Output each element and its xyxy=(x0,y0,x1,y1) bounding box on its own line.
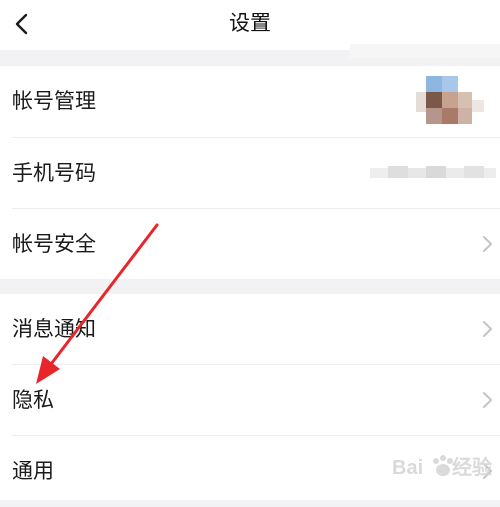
row-label: 手机号码 xyxy=(12,161,96,185)
row-message-notifications[interactable]: 消息通知 xyxy=(0,294,500,365)
row-label: 通用 xyxy=(12,459,54,483)
svg-text:Bai: Bai xyxy=(392,457,423,479)
row-account-security[interactable]: 帐号安全 xyxy=(0,209,500,280)
chevron-right-icon xyxy=(483,321,492,337)
row-phone-number[interactable]: 手机号码 xyxy=(0,138,500,209)
row-label: 帐号安全 xyxy=(12,232,96,256)
row-account-management[interactable]: 帐号管理 xyxy=(0,66,500,137)
blur-artifact xyxy=(350,44,500,58)
row-privacy[interactable]: 隐私 xyxy=(0,365,500,436)
row-label: 消息通知 xyxy=(12,317,96,341)
row-label: 隐私 xyxy=(12,388,54,412)
chevron-right-icon xyxy=(483,392,492,408)
settings-group-account: 帐号管理 手机号码 帐号安全 xyxy=(0,66,500,279)
svg-text:经验: 经验 xyxy=(452,455,492,479)
chevron-right-icon xyxy=(483,236,492,252)
top-nav-bar: 设置 xyxy=(0,0,500,50)
baidu-watermark-logo: Bai 经验 xyxy=(392,455,492,479)
row-label: 帐号管理 xyxy=(12,89,96,113)
page-title: 设置 xyxy=(229,11,271,35)
